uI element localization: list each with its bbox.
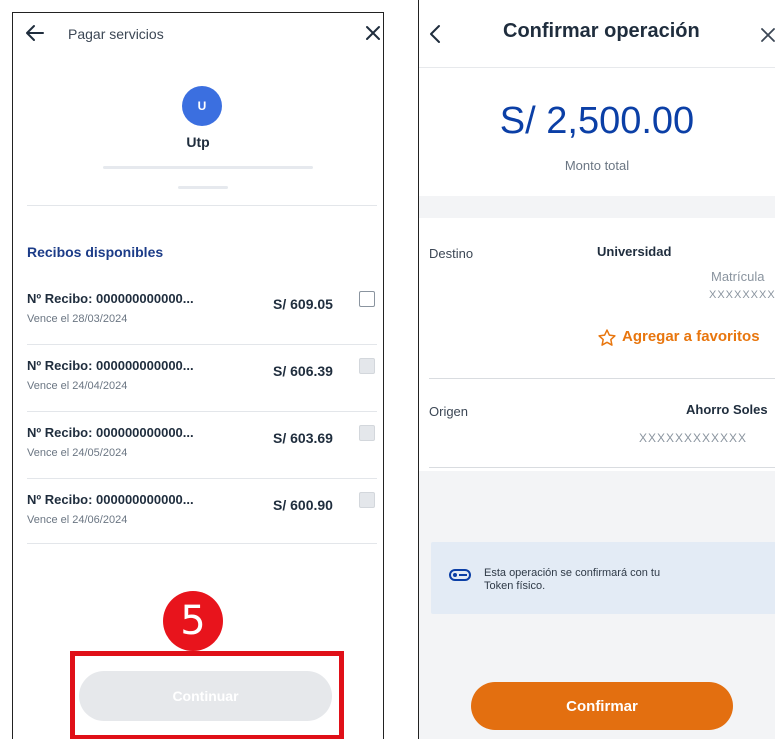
receipt-checkbox[interactable] — [359, 291, 375, 307]
destino-detail-value: XXXXXXXX — [709, 289, 775, 301]
receipt-checkbox-disabled — [359, 425, 375, 441]
add-favorite-label: Agregar a favoritos — [622, 328, 760, 345]
receipt-number: Nº Recibo: 000000000000... — [27, 425, 194, 440]
step-number-badge: 5 — [163, 591, 223, 651]
company-avatar: U — [182, 86, 222, 126]
receipt-number: Nº Recibo: 000000000000... — [27, 291, 194, 306]
token-info-line: Esta operación se confirmará con tu — [484, 567, 661, 579]
receipt-row: Nº Recibo: 000000000000... Vence el 24/0… — [27, 480, 377, 546]
token-info-line: Token físico. — [484, 580, 546, 592]
destino-detail-label: Matrícula — [711, 269, 765, 284]
receipt-due-date: Vence el 24/06/2024 — [27, 514, 128, 526]
origen-account-number: XXXXXXXXXXXX — [639, 431, 748, 445]
confirm-button[interactable]: Confirmar — [471, 682, 733, 730]
header: Pagar servicios — [13, 13, 383, 57]
divider — [27, 478, 377, 479]
token-info-box: Esta operación se confirmará con tu Toke… — [431, 542, 775, 614]
receipt-due-date: Vence el 24/04/2024 — [27, 380, 128, 392]
operation-details: Destino Universidad Matrícula XXXXXXXX A… — [419, 218, 775, 471]
confirm-operation-screen: Confirmar operación S/ 2,500.00 Monto to… — [418, 0, 775, 739]
header: Confirmar operación — [419, 0, 775, 68]
amount-card: S/ 2,500.00 Monto total — [419, 68, 775, 196]
total-amount-label: Monto total — [564, 158, 630, 173]
divider — [27, 205, 377, 206]
chevron-left-icon[interactable] — [425, 22, 445, 46]
receipt-due-date: Vence el 28/03/2024 — [27, 313, 128, 325]
receipt-row[interactable]: Nº Recibo: 000000000000... Vence el 28/0… — [27, 279, 377, 345]
divider — [27, 543, 377, 544]
continue-button[interactable]: Continuar — [79, 671, 332, 721]
divider — [27, 411, 377, 412]
close-icon[interactable] — [363, 23, 383, 43]
token-info-text: Esta operación se confirmará con tu Toke… — [484, 567, 660, 593]
receipt-checkbox-disabled — [359, 492, 375, 508]
receipt-amount: S/ 609.05 — [273, 296, 333, 312]
receipt-due-date: Vence el 24/05/2024 — [27, 447, 128, 459]
destino-label: Destino — [429, 246, 474, 261]
origen-label: Origen — [429, 404, 469, 419]
token-key-icon — [449, 569, 471, 581]
section-title: Recibos disponibles — [27, 244, 164, 260]
receipt-row: Nº Recibo: 000000000000... Vence el 24/0… — [27, 413, 377, 479]
company-name: Utp — [186, 134, 210, 150]
arrow-left-icon[interactable] — [23, 21, 47, 45]
origen-account: Ahorro Soles — [686, 402, 768, 417]
receipt-number: Nº Recibo: 000000000000... — [27, 358, 194, 373]
receipt-checkbox-disabled — [359, 358, 375, 374]
receipt-row: Nº Recibo: 000000000000... Vence el 24/0… — [27, 346, 377, 412]
close-icon[interactable] — [759, 26, 775, 44]
page-title: Confirmar operación — [503, 20, 700, 42]
divider — [27, 344, 377, 345]
star-outline-icon — [598, 329, 616, 346]
receipt-amount: S/ 600.90 — [273, 497, 333, 513]
receipt-number: Nº Recibo: 000000000000... — [27, 492, 194, 507]
divider — [429, 378, 775, 379]
blurred-detail — [178, 186, 228, 189]
page-title: Pagar servicios — [68, 26, 164, 42]
pay-services-screen: Pagar servicios U Utp Recibos disponible… — [12, 12, 384, 739]
destino-name: Universidad — [597, 244, 672, 259]
total-amount: S/ 2,500.00 — [499, 100, 695, 142]
blurred-detail — [103, 166, 313, 169]
divider — [429, 467, 775, 468]
receipt-amount: S/ 606.39 — [273, 363, 333, 379]
receipt-amount: S/ 603.69 — [273, 430, 333, 446]
